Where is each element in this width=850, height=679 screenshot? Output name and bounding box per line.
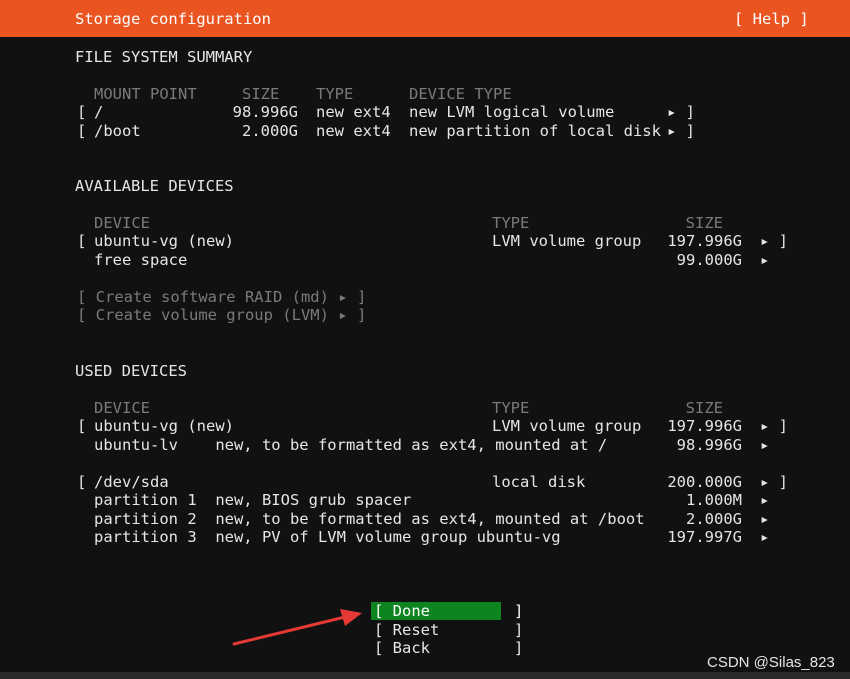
watermark: CSDN @Silas_823	[707, 654, 835, 671]
annotation-arrow-icon	[232, 609, 362, 646]
bottom-edge	[0, 672, 850, 679]
